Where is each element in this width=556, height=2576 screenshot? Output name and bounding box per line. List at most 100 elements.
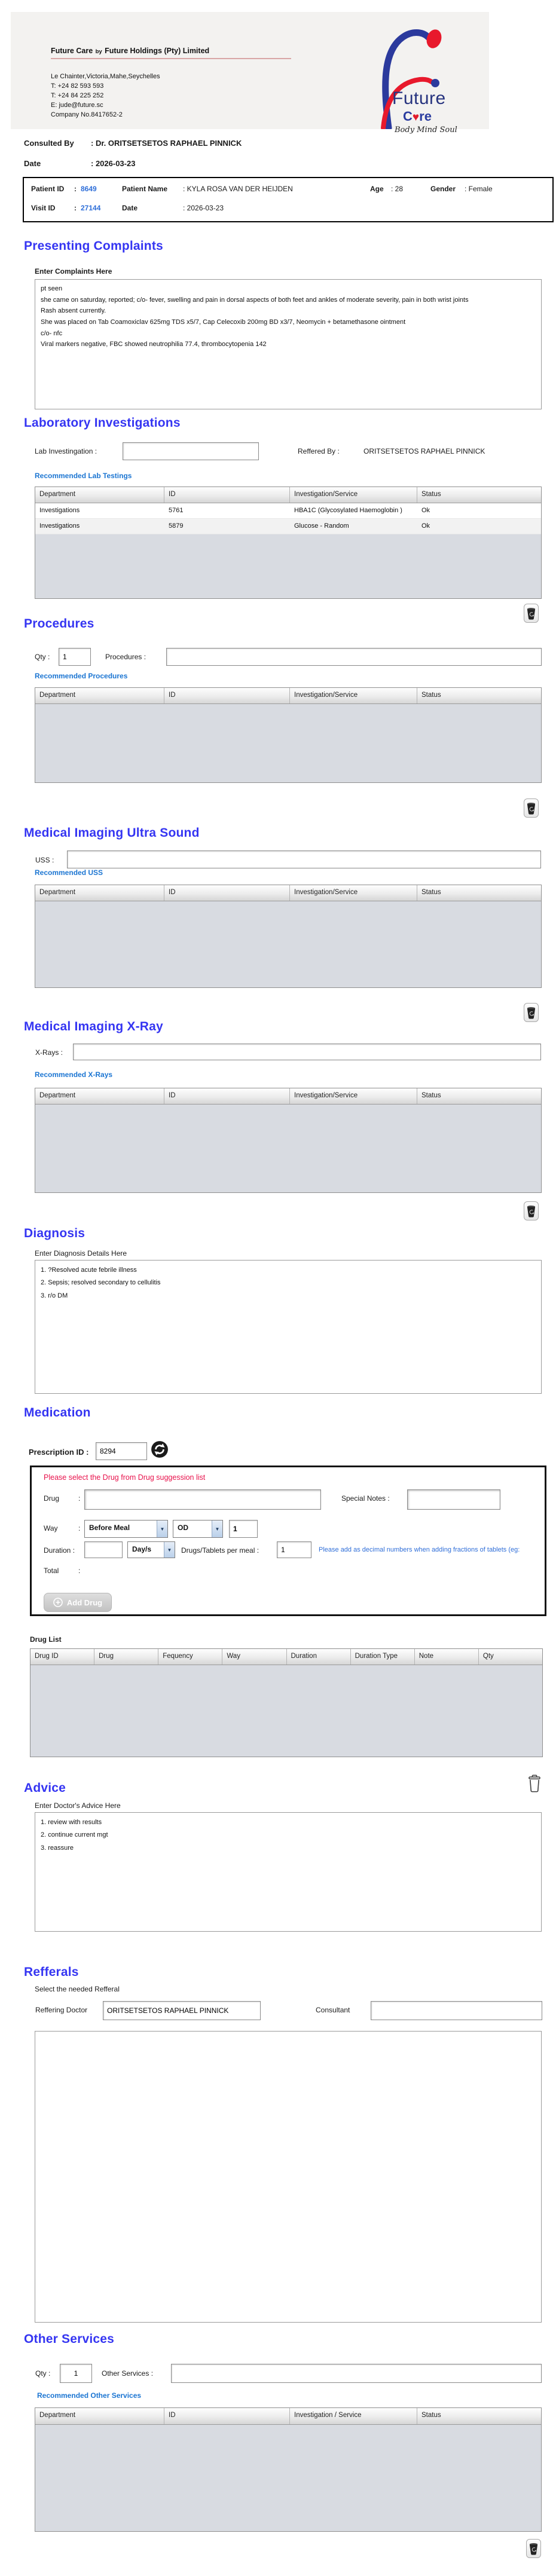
refresh-prescription-id-button[interactable] [151,1440,169,1458]
lab-investigation-input[interactable] [123,442,259,460]
consult-date-label: Date [24,159,41,168]
xray-col-id: ID [164,1088,290,1104]
delete-procedures-selection-button[interactable] [524,799,539,818]
advice-textarea[interactable]: 1. review with results 2. continue curre… [35,1812,542,1932]
drug-col-frequency: Fequency [158,1649,223,1665]
delete-other-services-selection-button[interactable] [526,2539,541,2558]
delete-lab-selection-button[interactable] [524,604,539,623]
section-title-refferals: Refferals [24,1965,79,1979]
xray-col-department: Department [35,1088,164,1104]
per-meal-input[interactable] [277,1541,311,1558]
other-col-department: Department [35,2408,164,2424]
referred-by-label: Reffered By : [298,447,340,455]
referred-by-value: ORITSETSETOS RAPHAEL PINNICK [363,447,485,455]
trash-icon [527,1006,536,1019]
diagnosis-textarea[interactable]: 1. ?Resolved acute febrile illness 2. Se… [35,1260,542,1394]
other-qty-input[interactable] [60,2364,92,2383]
drug-entry-panel: Please select the Drug from Drug suggess… [30,1466,546,1616]
other-table-header: Department ID Investigation / Service St… [35,2408,541,2425]
clear-advice-button[interactable] [527,1774,544,1795]
lab-col-service: Investigation/Service [290,487,417,503]
section-title-laboratory-investigations: Laboratory Investigations [24,416,181,430]
procedures-col-service: Investigation/Service [290,688,417,703]
procedures-input[interactable] [166,648,542,666]
prescription-id-input[interactable] [96,1442,147,1460]
procedures-input-label: Procedures : [105,653,146,661]
patient-name-label: Patient Name [122,185,168,193]
total-colon: : [78,1567,81,1575]
refferal-list-box[interactable] [35,2031,542,2323]
drug-col-drug: Drug [94,1649,159,1665]
visit-date-label: Date [122,204,138,212]
complaints-textarea[interactable]: pt seen she came on saturday, reported; … [35,279,542,409]
company-contact-block: Le Chainter,Victoria,Mahe,Seychelles T: … [51,72,160,120]
delete-uss-selection-button[interactable] [524,1003,539,1022]
trash-icon [527,1205,536,1217]
trash-outline-icon [528,1775,540,1792]
table-row[interactable]: Investigations 5761 HBA1C (Glycosylated … [35,503,541,519]
refresh-icon [151,1441,168,1458]
complaints-label: Enter Complaints Here [35,267,112,276]
recommended-other-services-link[interactable]: Recommended Other Services [37,2391,141,2400]
visit-id-label: Visit ID [31,204,56,212]
procedures-col-status: Status [421,692,441,699]
way-colon: : [78,1524,81,1532]
procedures-qty-input[interactable] [59,648,91,666]
special-notes-input[interactable] [407,1489,500,1510]
section-title-medication: Medication [24,1406,91,1419]
delete-xray-selection-button[interactable] [524,1201,539,1220]
section-title-ultrasound: Medical Imaging Ultra Sound [24,826,200,840]
consultant-input[interactable] [371,2001,542,2020]
section-title-other-services: Other Services [24,2332,115,2346]
uss-table-header: Department ID Investigation/Service Stat… [35,885,541,901]
uss-col-id: ID [164,885,290,901]
reffering-doctor-label: Reffering Doctor [35,2006,88,2014]
frequency-select-value: OD [178,1523,188,1532]
company-number: Company No.8417652-2 [51,111,123,118]
lab-row-service: Glucose - Random [294,522,349,530]
table-row[interactable]: Investigations 5879 Glucose - Random Ok [35,519,541,534]
lab-col-status: Status [421,491,441,498]
drug-col-id: Drug ID [30,1649,95,1665]
patient-age-value: : 28 [391,185,404,193]
lab-testings-table: Department ID Investigation/Service Stat… [35,487,542,599]
way-select-value: Before Meal [89,1523,130,1532]
drug-list-label: Drug List [30,1635,62,1644]
patient-gender-label: Gender [430,185,456,193]
consultation-form-page: { "ui": { "colon": ":", "dropdown_arrow"… [0,0,556,2576]
lab-row-status: Ok [421,507,430,514]
add-drug-button[interactable]: Add Drug [44,1593,112,1612]
add-drug-label: Add Drug [66,1598,103,1607]
recommended-lab-testings-link[interactable]: Recommended Lab Testings [35,472,132,480]
reffering-doctor-input[interactable] [103,2001,261,2020]
drug-input[interactable] [84,1489,321,1510]
recommended-procedures-link[interactable]: Recommended Procedures [35,672,127,680]
duration-input[interactable] [84,1541,123,1558]
trash-icon [527,607,536,620]
recommended-uss-link[interactable]: Recommended USS [35,868,103,877]
way-qty-input[interactable] [229,1520,258,1538]
plus-circle-icon [53,1598,63,1607]
duration-unit-select[interactable]: Day/s ▼ [127,1541,175,1558]
special-notes-label: Special Notes : [341,1494,390,1503]
chevron-down-icon: ▼ [164,1542,175,1558]
refferal-instruction-label: Select the needed Refferal [35,1985,120,1993]
future-care-logo: Future C♥re Body Mind Soul [363,16,489,134]
xray-input[interactable] [73,1044,541,1060]
consulted-by-label: Consulted By [24,139,74,148]
visit-id-value: 27144 [81,204,101,212]
way-select[interactable]: Before Meal ▼ [84,1520,168,1538]
patient-gender-value: : Female [465,185,493,193]
letterhead: Future Care by Future Holdings (Pty) Lim… [11,12,489,134]
other-col-status: Status [421,2412,441,2419]
frequency-select[interactable]: OD ▼ [173,1520,223,1538]
drug-col-duration-type: Duration Type [351,1649,415,1665]
logo-care-c: C [403,109,413,124]
recommended-xrays-link[interactable]: Recommended X-Rays [35,1070,112,1079]
patient-id-value: 8649 [81,185,97,193]
xray-col-status: Status [421,1092,441,1099]
other-services-input[interactable] [171,2364,542,2383]
lab-row-service: HBA1C (Glycosylated Haemoglobin ) [294,507,402,514]
diagnosis-label: Enter Diagnosis Details Here [35,1249,127,1258]
uss-input[interactable] [67,850,541,868]
